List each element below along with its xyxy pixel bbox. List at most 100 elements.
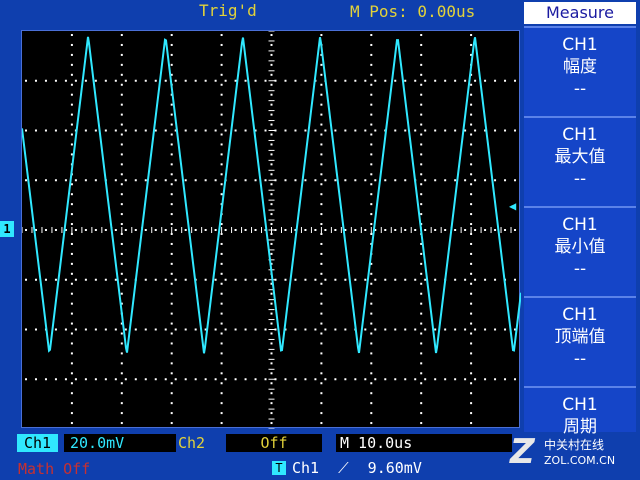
ch2-label[interactable]: Ch2 [178,434,205,452]
graticule-dot [420,362,423,365]
graticule-dot [464,328,467,331]
graticule-dot [470,203,473,206]
graticule-dot [354,378,357,381]
graticule-dot [470,282,473,285]
graticule-dot [174,179,177,182]
graticule-dot [34,129,37,132]
graticule-dot [254,378,257,381]
graticule-dot [170,53,173,56]
graticule-dot [244,129,247,132]
graticule-dot [470,123,473,126]
graticule-dot [404,229,407,231]
graticule-dot [374,328,377,331]
graticule-dot [504,79,507,82]
graticule-dot [220,302,223,305]
graticule-dot [420,372,423,375]
graticule-dot [414,278,417,281]
graticule-dot [70,113,73,116]
graticule-dot [320,163,323,166]
graticule-dot [154,79,157,82]
graticule-dot [434,328,437,331]
graticule-dot [370,312,373,315]
graticule-dot [420,153,423,156]
graticule-dot [54,79,57,82]
graticule-dot [204,278,207,281]
graticule-dot [34,378,37,381]
graticule-dot [270,163,273,166]
graticule-dot [320,332,323,335]
graticule-dot [220,183,223,186]
graticule-dot [320,173,323,176]
graticule-dot [70,362,73,365]
graticule-dot [470,302,473,305]
graticule-dot [64,378,67,381]
graticule-dot [344,129,347,132]
graticule-dot [494,278,497,281]
measure-item-top[interactable]: CH1 顶端值 -- [524,296,636,386]
graticule-dot [494,129,497,132]
graticule-dot [164,328,167,331]
graticule-dot [424,229,427,231]
graticule-dot [370,123,373,126]
graticule-dot [494,328,497,331]
waveform-graticule [22,31,521,429]
graticule-dot [120,43,123,46]
graticule-dot [220,252,223,255]
graticule-dot [474,79,477,82]
graticule-dot [420,133,423,136]
graticule-dot [70,133,73,136]
graticule-dot [370,63,373,66]
graticule-dot [444,129,447,132]
graticule-dot [370,34,373,36]
measure-item-min[interactable]: CH1 最小值 -- [524,206,636,296]
graticule-dot [470,422,473,425]
graticule-dot [344,179,347,182]
graticule-dot [220,262,223,265]
graticule-dot [70,422,73,425]
graticule-dot [70,223,73,226]
graticule-dot [434,179,437,182]
graticule-dot [434,229,437,231]
graticule-dot [170,372,173,375]
graticule-dot [270,43,273,46]
graticule-dot [434,129,437,132]
graticule-dot [84,378,87,381]
graticule-dot [320,382,323,385]
graticule-dot [394,79,397,82]
graticule-dot [344,328,347,331]
ch1-label[interactable]: Ch1 [17,434,58,452]
graticule-dot [470,392,473,395]
graticule-dot [120,183,123,186]
graticule-dot [170,143,173,146]
graticule-dot [120,242,123,245]
graticule-dot [484,378,487,381]
graticule-dot [44,278,47,281]
measure-menu-title[interactable]: Measure [524,2,636,24]
trigger-level-marker[interactable]: ◀ [509,199,516,213]
measure-item-period[interactable]: CH1 周期 [524,386,636,437]
graticule-dot [370,282,373,285]
graticule-dot [170,352,173,355]
graticule-dot [454,378,457,381]
measure-item-amplitude[interactable]: CH1 幅度 -- [524,26,636,116]
graticule-dot [220,272,223,275]
graticule-dot [194,79,197,82]
graticule-dot [270,422,273,425]
graticule-dot [470,312,473,315]
graticule-dot [420,73,423,76]
timebase-readout: M 10.0us [336,434,512,452]
graticule-dot [320,242,323,245]
graticule-dot [270,412,273,415]
zol-logo-icon: Z [510,432,535,472]
graticule-dot [420,163,423,166]
graticule-dot [284,278,287,281]
graticule-dot [470,322,473,325]
channel1-level-marker[interactable]: 1 [0,221,14,237]
trigger-status: Trig'd [199,1,257,20]
measure-item-max[interactable]: CH1 最大值 -- [524,116,636,206]
graticule-dot [154,179,157,182]
graticule-dot [420,143,423,146]
graticule-dot [370,272,373,275]
graticule-dot [114,328,117,331]
graticule-dot [154,229,157,231]
